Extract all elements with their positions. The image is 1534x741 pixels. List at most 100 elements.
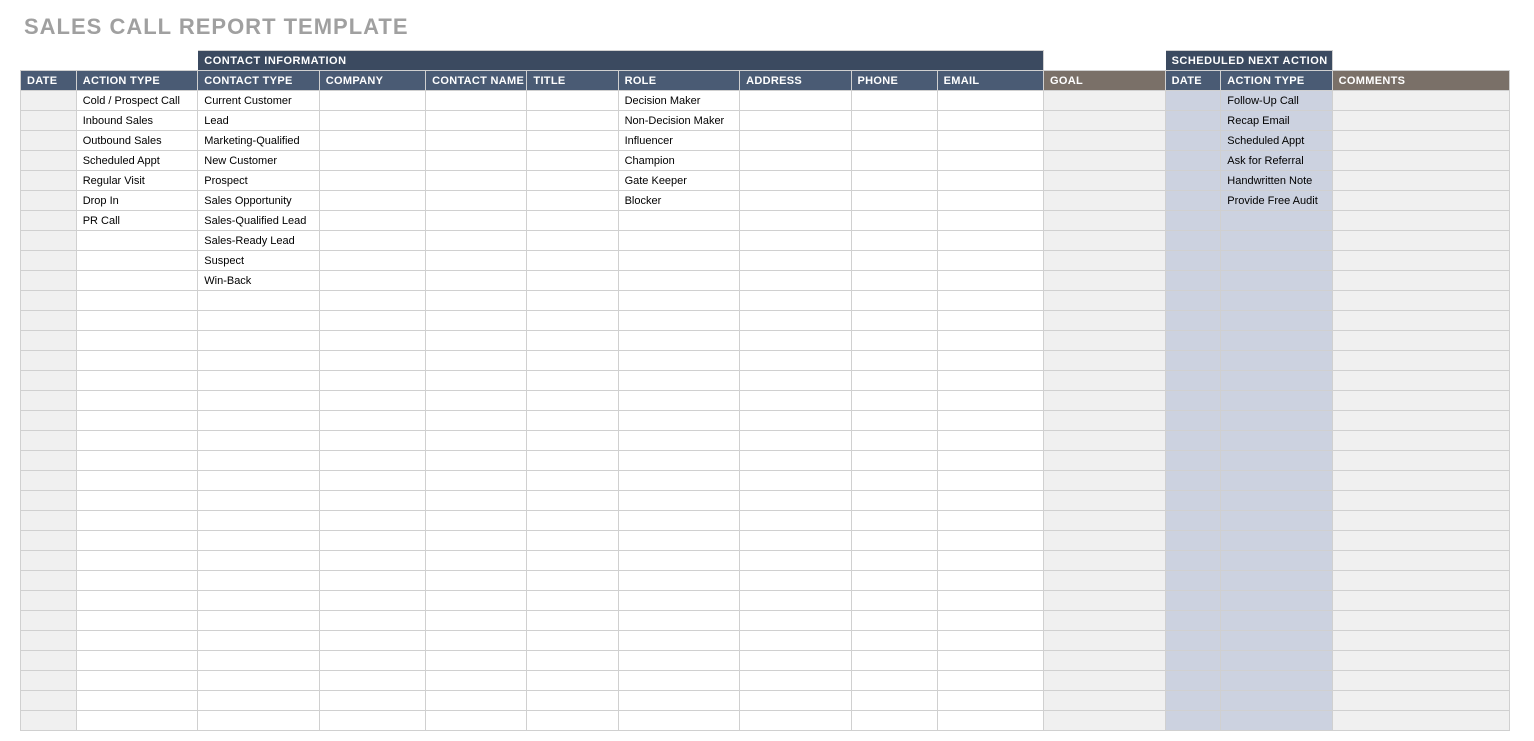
- cell-contact-type[interactable]: [198, 331, 320, 351]
- cell-sched-date[interactable]: [1165, 211, 1221, 231]
- cell-action-type[interactable]: [76, 411, 198, 431]
- cell-phone[interactable]: [851, 711, 937, 731]
- cell-contact-name[interactable]: [426, 551, 527, 571]
- cell-email[interactable]: [937, 611, 1043, 631]
- cell-phone[interactable]: [851, 491, 937, 511]
- cell-title[interactable]: [527, 631, 618, 651]
- cell-contact-name[interactable]: [426, 391, 527, 411]
- cell-company[interactable]: [319, 191, 425, 211]
- cell-date[interactable]: [21, 111, 77, 131]
- cell-comments[interactable]: [1332, 291, 1509, 311]
- cell-action-type[interactable]: [76, 291, 198, 311]
- cell-address[interactable]: [740, 191, 851, 211]
- cell-comments[interactable]: [1332, 91, 1509, 111]
- cell-comments[interactable]: [1332, 651, 1509, 671]
- cell-sched-date[interactable]: [1165, 611, 1221, 631]
- cell-action-type[interactable]: Scheduled Appt: [76, 151, 198, 171]
- cell-comments[interactable]: [1332, 451, 1509, 471]
- cell-company[interactable]: [319, 411, 425, 431]
- cell-phone[interactable]: [851, 591, 937, 611]
- cell-goal[interactable]: [1044, 151, 1166, 171]
- cell-role[interactable]: Decision Maker: [618, 91, 740, 111]
- cell-comments[interactable]: [1332, 671, 1509, 691]
- cell-goal[interactable]: [1044, 431, 1166, 451]
- cell-address[interactable]: [740, 411, 851, 431]
- cell-title[interactable]: [527, 551, 618, 571]
- cell-role[interactable]: [618, 571, 740, 591]
- cell-contact-type[interactable]: [198, 351, 320, 371]
- cell-title[interactable]: [527, 291, 618, 311]
- cell-sched-action-type[interactable]: [1221, 351, 1332, 371]
- cell-contact-name[interactable]: [426, 591, 527, 611]
- cell-contact-type[interactable]: [198, 551, 320, 571]
- cell-phone[interactable]: [851, 631, 937, 651]
- cell-address[interactable]: [740, 371, 851, 391]
- cell-goal[interactable]: [1044, 451, 1166, 471]
- cell-address[interactable]: [740, 491, 851, 511]
- cell-title[interactable]: [527, 151, 618, 171]
- cell-phone[interactable]: [851, 271, 937, 291]
- cell-date[interactable]: [21, 251, 77, 271]
- cell-sched-action-type[interactable]: Scheduled Appt: [1221, 131, 1332, 151]
- cell-sched-action-type[interactable]: Provide Free Audit: [1221, 191, 1332, 211]
- cell-email[interactable]: [937, 531, 1043, 551]
- cell-address[interactable]: [740, 631, 851, 651]
- cell-date[interactable]: [21, 471, 77, 491]
- cell-goal[interactable]: [1044, 311, 1166, 331]
- cell-phone[interactable]: [851, 571, 937, 591]
- cell-address[interactable]: [740, 291, 851, 311]
- cell-sched-date[interactable]: [1165, 671, 1221, 691]
- cell-company[interactable]: [319, 711, 425, 731]
- cell-action-type[interactable]: [76, 351, 198, 371]
- cell-address[interactable]: [740, 271, 851, 291]
- cell-contact-name[interactable]: [426, 291, 527, 311]
- cell-role[interactable]: [618, 211, 740, 231]
- cell-contact-name[interactable]: [426, 571, 527, 591]
- cell-action-type[interactable]: [76, 611, 198, 631]
- cell-contact-type[interactable]: Prospect: [198, 171, 320, 191]
- cell-phone[interactable]: [851, 291, 937, 311]
- cell-contact-type[interactable]: [198, 451, 320, 471]
- cell-role[interactable]: [618, 391, 740, 411]
- cell-title[interactable]: [527, 371, 618, 391]
- cell-action-type[interactable]: [76, 711, 198, 731]
- cell-contact-type[interactable]: Current Customer: [198, 91, 320, 111]
- cell-sched-action-type[interactable]: [1221, 651, 1332, 671]
- cell-company[interactable]: [319, 311, 425, 331]
- cell-sched-date[interactable]: [1165, 391, 1221, 411]
- cell-action-type[interactable]: [76, 231, 198, 251]
- cell-email[interactable]: [937, 171, 1043, 191]
- cell-address[interactable]: [740, 711, 851, 731]
- cell-contact-name[interactable]: [426, 91, 527, 111]
- cell-role[interactable]: [618, 671, 740, 691]
- cell-contact-type[interactable]: Lead: [198, 111, 320, 131]
- cell-sched-date[interactable]: [1165, 471, 1221, 491]
- cell-email[interactable]: [937, 631, 1043, 651]
- cell-title[interactable]: [527, 231, 618, 251]
- cell-contact-type[interactable]: Win-Back: [198, 271, 320, 291]
- cell-company[interactable]: [319, 251, 425, 271]
- cell-phone[interactable]: [851, 671, 937, 691]
- cell-date[interactable]: [21, 311, 77, 331]
- cell-sched-date[interactable]: [1165, 631, 1221, 651]
- cell-email[interactable]: [937, 211, 1043, 231]
- cell-date[interactable]: [21, 711, 77, 731]
- cell-company[interactable]: [319, 691, 425, 711]
- cell-sched-date[interactable]: [1165, 691, 1221, 711]
- cell-comments[interactable]: [1332, 271, 1509, 291]
- cell-sched-action-type[interactable]: [1221, 531, 1332, 551]
- cell-company[interactable]: [319, 231, 425, 251]
- cell-email[interactable]: [937, 691, 1043, 711]
- cell-email[interactable]: [937, 471, 1043, 491]
- cell-sched-date[interactable]: [1165, 411, 1221, 431]
- cell-role[interactable]: [618, 231, 740, 251]
- cell-role[interactable]: [618, 471, 740, 491]
- cell-contact-name[interactable]: [426, 451, 527, 471]
- cell-sched-date[interactable]: [1165, 351, 1221, 371]
- cell-sched-action-type[interactable]: [1221, 411, 1332, 431]
- cell-role[interactable]: [618, 351, 740, 371]
- cell-company[interactable]: [319, 371, 425, 391]
- cell-company[interactable]: [319, 651, 425, 671]
- cell-phone[interactable]: [851, 351, 937, 371]
- cell-action-type[interactable]: [76, 251, 198, 271]
